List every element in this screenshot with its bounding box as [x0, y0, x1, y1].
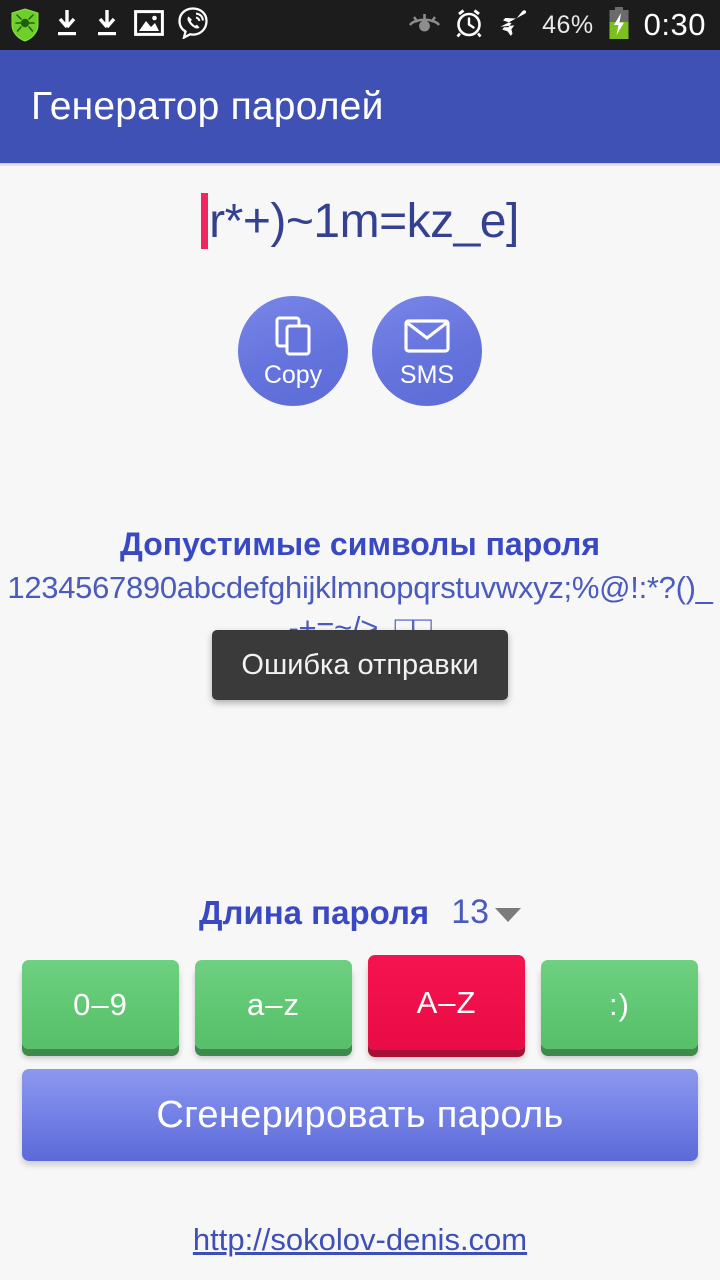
- app-bar-shadow: [0, 163, 720, 167]
- toggle-uppercase[interactable]: A–Z: [368, 955, 525, 1050]
- status-bar-right-icons: 46% 0:30: [408, 6, 706, 45]
- envelope-icon: [404, 314, 450, 358]
- sms-button-label: SMS: [399, 361, 455, 389]
- character-class-toggles: 0–9 a–z A–Z :): [0, 955, 720, 1055]
- password-value: r*+)~1m=kz_e]: [209, 194, 519, 248]
- copy-icon: [272, 314, 314, 358]
- airplane-mode-icon: [497, 8, 529, 43]
- copy-button[interactable]: Copy: [238, 296, 348, 406]
- battery-charging-icon: [607, 6, 631, 45]
- eye-icon: [408, 10, 441, 41]
- app-bar: Генератор паролей: [0, 50, 720, 163]
- drweb-shield-icon: [10, 8, 40, 42]
- battery-percent-label: 46%: [542, 10, 594, 39]
- generate-password-button[interactable]: Сгенерировать пароль: [22, 1069, 698, 1161]
- status-bar-left-icons: [10, 6, 208, 44]
- generate-password-label: Сгенерировать пароль: [156, 1093, 564, 1136]
- password-length-row: Длина пароля 13: [0, 893, 720, 932]
- text-caret: [201, 193, 209, 249]
- viber-icon: [178, 6, 208, 44]
- password-length-label: Длина пароля: [198, 893, 430, 931]
- app-screen: 46% 0:30 Генератор паролей r*+)~1m=kz_e]: [0, 0, 720, 1280]
- toast-message: Ошибка отправки: [212, 630, 508, 700]
- status-bar: 46% 0:30: [0, 0, 720, 50]
- password-length-spinner[interactable]: 13: [451, 893, 522, 932]
- copy-button-label: Copy: [263, 361, 323, 389]
- toast-text: Ошибка отправки: [241, 648, 479, 681]
- toggle-symbols-label: :): [609, 986, 630, 1022]
- alarm-clock-icon: [454, 8, 484, 43]
- chevron-down-icon: [495, 907, 522, 922]
- password-field[interactable]: r*+)~1m=kz_e]: [0, 186, 720, 256]
- website-link[interactable]: http://sokolov-denis.com: [0, 1222, 720, 1258]
- charset-heading: Допустимые символы пароля: [120, 526, 600, 562]
- sms-button[interactable]: SMS: [372, 296, 482, 406]
- download-icon-2: [94, 8, 120, 43]
- status-bar-clock: 0:30: [643, 7, 706, 42]
- toggle-lowercase-label: a–z: [247, 986, 300, 1022]
- password-length-value: 13: [451, 893, 490, 931]
- download-icon: [54, 8, 80, 43]
- action-buttons: Copy SMS: [0, 296, 720, 406]
- toggle-digits[interactable]: 0–9: [22, 960, 179, 1049]
- toggle-uppercase-label: A–Z: [416, 984, 477, 1020]
- toggle-symbols[interactable]: :): [541, 960, 698, 1049]
- image-icon: [134, 9, 164, 42]
- toggle-digits-label: 0–9: [73, 986, 128, 1022]
- toggle-lowercase[interactable]: a–z: [195, 960, 352, 1049]
- page-title: Генератор паролей: [31, 84, 384, 128]
